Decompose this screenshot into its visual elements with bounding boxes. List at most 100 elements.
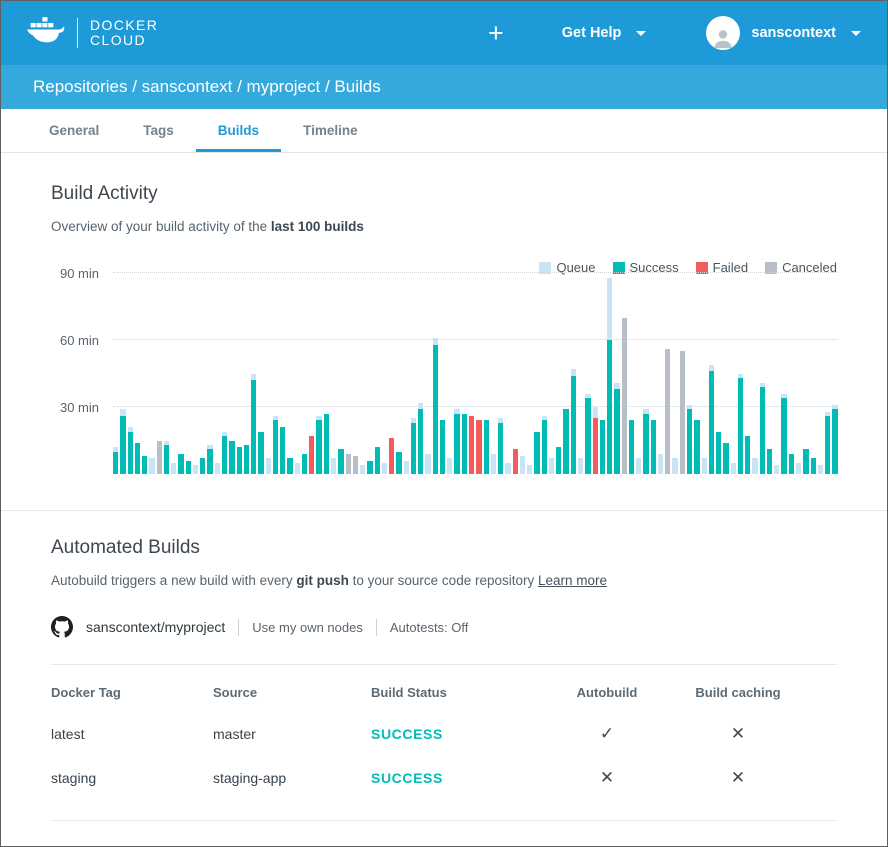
- bar-segment-success: [229, 441, 234, 474]
- bar-segment-queue: [295, 463, 300, 474]
- y-tick-label: 90 min: [60, 266, 99, 281]
- description-suffix: to your source code repository: [349, 573, 538, 588]
- chart-bar-success: [651, 420, 656, 474]
- bar-segment-success: [789, 454, 794, 474]
- bar-segment-queue: [193, 465, 198, 474]
- page: DOCKER CLOUD + Get Help sanscontext Repo…: [0, 0, 888, 847]
- bar-segment-success: [694, 420, 699, 474]
- tab-builds[interactable]: Builds: [196, 109, 281, 152]
- autobuild-toggle-cross-icon[interactable]: ✕: [551, 756, 663, 800]
- bar-segment-queue: [360, 465, 365, 474]
- chart-bar-success: [418, 403, 423, 474]
- chart-bar-success: [207, 445, 212, 474]
- build-caching-toggle-cross-icon[interactable]: ✕: [663, 712, 813, 756]
- chart-bar-success: [607, 278, 612, 474]
- bar-segment-success: [244, 445, 249, 474]
- bar-segment-success: [411, 423, 416, 474]
- chart-bar-failed: [593, 407, 598, 474]
- bar-segment-success: [556, 447, 561, 474]
- build-status-badge[interactable]: SUCCESS: [371, 758, 551, 798]
- bar-segment-success: [222, 436, 227, 474]
- description-bold: git push: [296, 573, 349, 588]
- build-caching-toggle-cross-icon[interactable]: ✕: [663, 756, 813, 800]
- chart-bar-success: [375, 447, 380, 474]
- separator: [238, 619, 239, 636]
- bar-segment-success: [273, 420, 278, 474]
- bar-segment-success: [186, 461, 191, 474]
- add-button[interactable]: +: [488, 20, 504, 47]
- bar-segment-failed: [513, 449, 518, 474]
- docker-cloud-logo[interactable]: DOCKER CLOUD: [27, 16, 158, 51]
- chart-bar-success: [556, 447, 561, 474]
- get-help-menu[interactable]: Get Help: [562, 25, 647, 41]
- bar-segment-failed: [389, 438, 394, 474]
- tab-timeline[interactable]: Timeline: [281, 109, 380, 152]
- builds-table: Docker Tag Source Build Status Autobuild…: [51, 664, 837, 800]
- chart: 30 min60 min90 min: [51, 262, 837, 474]
- bar-segment-success: [251, 380, 256, 474]
- chart-bar-queue: [702, 458, 707, 474]
- own-nodes-label: Use my own nodes: [252, 620, 363, 635]
- tab-tags[interactable]: Tags: [121, 109, 196, 152]
- brand-line-1: DOCKER: [90, 17, 158, 33]
- chart-bar-queue: [505, 463, 510, 474]
- bar-segment-queue: [796, 463, 801, 474]
- learn-more-link[interactable]: Learn more: [538, 573, 607, 588]
- column-header-autobuild: Autobuild: [551, 665, 663, 712]
- chart-bar-queue: [215, 463, 220, 474]
- source-cell: master: [213, 714, 371, 754]
- chart-bar-failed: [309, 436, 314, 474]
- chart-bar-queue: [266, 458, 271, 474]
- chart-bar-canceled: [680, 351, 685, 474]
- autotests-label: Autotests: Off: [390, 620, 469, 635]
- automated-builds-section: Automated Builds Autobuild triggers a ne…: [1, 511, 887, 821]
- chart-bar-failed: [476, 420, 481, 474]
- bar-segment-success: [375, 447, 380, 474]
- bar-segment-success: [629, 420, 634, 474]
- bar-segment-failed: [476, 420, 481, 474]
- chart-bar-success: [142, 456, 147, 474]
- chart-bar-success: [629, 420, 634, 474]
- column-header-source: Source: [213, 665, 371, 712]
- bar-segment-success: [418, 409, 423, 474]
- chart-bar-success: [338, 449, 343, 474]
- bar-segment-queue: [447, 458, 452, 474]
- bar-segment-success: [498, 423, 503, 474]
- tab-general[interactable]: General: [27, 109, 121, 152]
- repo-link[interactable]: sanscontext/myproject: [86, 619, 225, 635]
- chart-bar-success: [186, 461, 191, 474]
- user-menu[interactable]: sanscontext: [706, 16, 861, 50]
- chart-bar-success: [738, 374, 743, 474]
- chart-bar-success: [178, 454, 183, 474]
- bar-segment-success: [781, 398, 786, 474]
- chart-bar-canceled: [665, 349, 670, 474]
- bar-segment-success: [484, 420, 489, 474]
- autobuild-toggle-check-icon[interactable]: ✓: [551, 712, 663, 756]
- bar-segment-success: [607, 340, 612, 474]
- avatar[interactable]: [706, 16, 740, 50]
- bar-segment-queue: [520, 456, 525, 474]
- chart-bar-queue: [447, 458, 452, 474]
- chart-bar-success: [745, 436, 750, 474]
- bar-segment-queue: [527, 465, 532, 474]
- chart-bar-success: [273, 416, 278, 474]
- chart-bar-success: [832, 405, 837, 474]
- chart-bar-success: [781, 394, 786, 474]
- chart-bar-success: [803, 449, 808, 474]
- bar-segment-success: [258, 432, 263, 474]
- chart-bar-queue: [774, 465, 779, 474]
- bar-segment-success: [462, 414, 467, 474]
- docker-tag-cell: staging: [51, 758, 213, 798]
- chevron-down-icon: [636, 31, 646, 36]
- bar-segment-canceled: [353, 456, 358, 474]
- bar-segment-queue: [425, 454, 430, 474]
- chart-bar-success: [571, 369, 576, 474]
- chart-bar-success: [302, 454, 307, 474]
- bar-segment-success: [142, 456, 147, 474]
- build-status-badge[interactable]: SUCCESS: [371, 714, 551, 754]
- y-tick-label: 60 min: [60, 333, 99, 348]
- chart-bar-failed: [513, 449, 518, 474]
- breadcrumb[interactable]: Repositories / sanscontext / myproject /…: [1, 65, 887, 109]
- bar-segment-queue: [215, 463, 220, 474]
- chart-bar-queue: [731, 463, 736, 474]
